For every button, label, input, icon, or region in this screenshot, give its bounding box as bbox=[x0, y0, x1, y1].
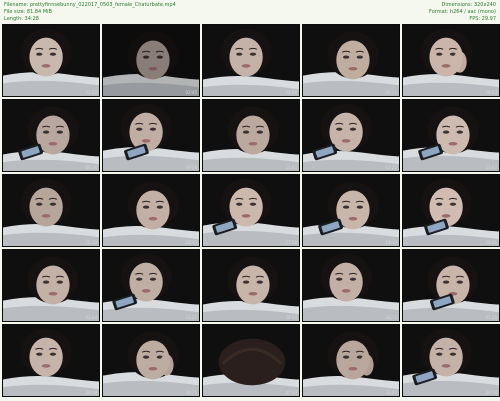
thumbnail-timestamp: 33:07 bbox=[385, 390, 397, 395]
thumbnail-timestamp: 01:22 bbox=[85, 90, 97, 95]
thumbnail-image bbox=[3, 100, 99, 171]
thumbnail-timestamp: 24:50 bbox=[285, 315, 297, 320]
video-thumbnail: 34:28 bbox=[402, 324, 500, 397]
video-thumbnail: 23:27 bbox=[102, 249, 200, 322]
thumbnail-timestamp: 02:45 bbox=[185, 90, 197, 95]
thumbnail-timestamp: 19:19 bbox=[385, 240, 397, 245]
video-thumbnail: 27:35 bbox=[402, 249, 500, 322]
thumbnail-timestamp: 12:25 bbox=[385, 165, 397, 170]
thumbnail-timestamp: 05:31 bbox=[385, 90, 397, 95]
thumbnail-grid: 01:22 02:45 04:08 05:31 06:53 08:16 09:39 11:02… bbox=[2, 24, 500, 399]
thumbnail-image bbox=[403, 175, 499, 246]
thumbnail-image bbox=[103, 325, 199, 396]
thumbnail-timestamp: 27:35 bbox=[485, 315, 497, 320]
thumbnail-timestamp: 22:04 bbox=[85, 315, 97, 320]
thumbnail-image bbox=[103, 100, 199, 171]
info-right: Dimensions: 320x240 Format: h264 / aac (… bbox=[429, 2, 496, 23]
video-thumbnail: 19:19 bbox=[302, 174, 400, 247]
video-thumbnail: 26:13 bbox=[302, 249, 400, 322]
video-thumbnail: 31:44 bbox=[202, 324, 300, 397]
thumbnail-image bbox=[403, 325, 499, 396]
video-thumbnail: 05:31 bbox=[302, 24, 400, 97]
thumbnail-image bbox=[103, 25, 199, 96]
thumbnail-image bbox=[3, 25, 99, 96]
thumbnail-image bbox=[203, 325, 299, 396]
thumbnail-timestamp: 16:33 bbox=[185, 240, 197, 245]
video-thumbnail: 04:08 bbox=[202, 24, 300, 97]
thumbnail-image bbox=[103, 175, 199, 246]
thumbnail-image bbox=[303, 25, 399, 96]
info-header: Filename: prettyfinnsebunny_022017_0503_… bbox=[4, 2, 496, 24]
thumbnail-image bbox=[403, 25, 499, 96]
thumbnail-timestamp: 28:58 bbox=[85, 390, 97, 395]
video-thumbnail: 13:47 bbox=[402, 99, 500, 172]
video-thumbnail: 20:41 bbox=[402, 174, 500, 247]
fps-text: FPS: 29.97 bbox=[469, 16, 496, 22]
thumbnail-timestamp: 09:39 bbox=[185, 165, 197, 170]
video-thumbnail: 15:10 bbox=[2, 174, 100, 247]
thumbnail-image bbox=[3, 325, 99, 396]
video-thumbnail: 09:39 bbox=[102, 99, 200, 172]
video-thumbnail: 24:50 bbox=[202, 249, 300, 322]
thumbnail-timestamp: 08:16 bbox=[85, 165, 97, 170]
thumbnail-timestamp: 11:02 bbox=[285, 165, 297, 170]
thumbnail-timestamp: 06:53 bbox=[485, 90, 497, 95]
video-thumbnail: 08:16 bbox=[2, 99, 100, 172]
thumbnail-image bbox=[203, 25, 299, 96]
thumbnail-timestamp: 15:10 bbox=[85, 240, 97, 245]
video-thumbnail: 28:58 bbox=[2, 324, 100, 397]
thumbnail-image bbox=[3, 250, 99, 321]
dimensions-text: Dimensions: 320x240 bbox=[441, 2, 496, 8]
video-thumbnail: 22:04 bbox=[2, 249, 100, 322]
filesize-text: File size: 81.84 MiB bbox=[4, 9, 52, 15]
video-thumbnail: 33:07 bbox=[302, 324, 400, 397]
thumbnail-timestamp: 13:47 bbox=[485, 165, 497, 170]
thumbnail-image bbox=[403, 100, 499, 171]
thumbnail-timestamp: 30:21 bbox=[185, 390, 197, 395]
thumbnail-image bbox=[3, 175, 99, 246]
thumbnail-image bbox=[303, 175, 399, 246]
video-thumbnail: 02:45 bbox=[102, 24, 200, 97]
thumbnail-image bbox=[203, 175, 299, 246]
thumbnail-timestamp: 26:13 bbox=[385, 315, 397, 320]
thumbnail-image bbox=[403, 250, 499, 321]
video-thumbnail: 30:21 bbox=[102, 324, 200, 397]
contact-sheet: Filename: prettyfinnsebunny_022017_0503_… bbox=[0, 0, 500, 401]
video-thumbnail: 17:56 bbox=[202, 174, 300, 247]
format-text: Format: h264 / aac (mono) bbox=[429, 9, 496, 15]
video-thumbnail: 16:33 bbox=[102, 174, 200, 247]
thumbnail-image bbox=[303, 325, 399, 396]
thumbnail-timestamp: 31:44 bbox=[285, 390, 297, 395]
thumbnail-timestamp: 34:28 bbox=[485, 390, 497, 395]
video-thumbnail: 11:02 bbox=[202, 99, 300, 172]
thumbnail-timestamp: 23:27 bbox=[185, 315, 197, 320]
thumbnail-timestamp: 17:56 bbox=[285, 240, 297, 245]
video-thumbnail: 06:53 bbox=[402, 24, 500, 97]
length-text: Length: 34:28 bbox=[4, 16, 39, 22]
thumbnail-image bbox=[303, 100, 399, 171]
thumbnail-timestamp: 20:41 bbox=[485, 240, 497, 245]
video-thumbnail: 01:22 bbox=[2, 24, 100, 97]
thumbnail-timestamp: 04:08 bbox=[285, 90, 297, 95]
thumbnail-image bbox=[303, 250, 399, 321]
thumbnail-image bbox=[203, 100, 299, 171]
thumbnail-image bbox=[103, 250, 199, 321]
filename-text: Filename: prettyfinnsebunny_022017_0503_… bbox=[4, 2, 176, 8]
video-thumbnail: 12:25 bbox=[302, 99, 400, 172]
thumbnail-image bbox=[203, 250, 299, 321]
info-left: Filename: prettyfinnsebunny_022017_0503_… bbox=[4, 2, 176, 23]
